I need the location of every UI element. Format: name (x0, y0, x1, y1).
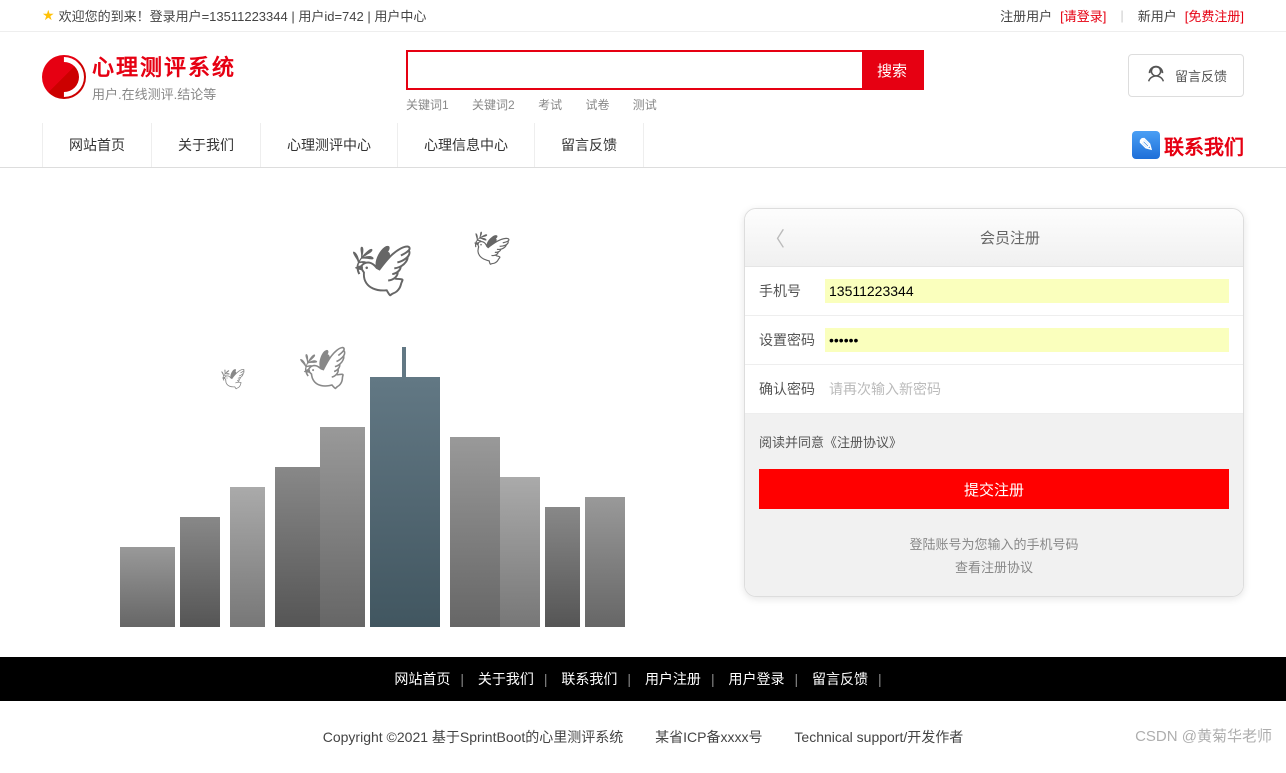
logo-icon (42, 55, 86, 99)
hint-account: 登陆账号为您输入的手机号码 (745, 533, 1243, 556)
free-register-link[interactable]: [免费注册] (1185, 6, 1244, 25)
phone-label: 手机号 (759, 281, 825, 301)
icp-text: 某省ICP备xxxx号 (655, 729, 762, 745)
panel-title: 会员注册 (791, 227, 1229, 248)
feedback-label: 留言反馈 (1175, 66, 1227, 85)
footer-nav-home[interactable]: 网站首页 (394, 671, 450, 687)
nav-bar: 网站首页 关于我们 心理测评中心 心理信息中心 留言反馈 ✎ 联系我们 (0, 123, 1286, 168)
keyword-item[interactable]: 关键词1 (406, 98, 449, 112)
login-link[interactable]: [请登录] (1060, 6, 1106, 25)
submit-register-button[interactable]: 提交注册 (759, 469, 1229, 509)
logo-subtitle: 用户.在线测评.结论等 (92, 84, 236, 103)
keyword-list: 关键词1 关键词2 考试 试卷 测试 (406, 96, 924, 113)
register-panel: 〈 会员注册 手机号 设置密码 确认密码 阅读并同意《注册协议》 提交注册 登陆… (744, 208, 1244, 597)
pencil-icon: ✎ (1132, 131, 1160, 159)
logo-area[interactable]: 心理测评系统 用户.在线测评.结论等 (42, 50, 266, 103)
keyword-item[interactable]: 考试 (538, 98, 562, 112)
registered-user-label: 注册用户 (1000, 6, 1052, 25)
contact-us-button[interactable]: ✎ 联系我们 (1132, 131, 1244, 160)
copyright: Copyright ©2021 基于SprintBoot的心里测评系统 某省IC… (0, 701, 1286, 773)
search-box: 搜索 (406, 50, 924, 90)
nav-assessment-center[interactable]: 心理测评中心 (261, 123, 398, 167)
nav-home[interactable]: 网站首页 (42, 123, 152, 167)
confirm-password-label: 确认密码 (759, 379, 825, 399)
nav-about[interactable]: 关于我们 (152, 123, 261, 167)
phone-input[interactable] (825, 279, 1229, 303)
keyword-item[interactable]: 试卷 (585, 98, 609, 112)
logo-title: 心理测评系统 (92, 50, 236, 82)
panel-header: 〈 会员注册 (745, 209, 1243, 267)
contact-label: 联系我们 (1164, 131, 1244, 160)
password-row: 设置密码 (745, 316, 1243, 365)
top-bar: ★ 欢迎您的到来！登录用户=13511223344 | 用户id=742 | 用… (0, 0, 1286, 32)
footer-nav: 网站首页| 关于我们| 联系我们| 用户注册| 用户登录| 留言反馈| (0, 657, 1286, 701)
footer-nav-register[interactable]: 用户注册 (645, 671, 701, 687)
topbar-left: ★ 欢迎您的到来！登录用户=13511223344 | 用户id=742 | 用… (42, 6, 426, 25)
search-input[interactable] (408, 52, 862, 88)
new-user-label: 新用户 (1138, 6, 1177, 25)
password-input[interactable] (825, 328, 1229, 352)
support-text: Technical support/开发作者 (794, 729, 963, 745)
headset-icon (1145, 63, 1167, 88)
topbar-divider: | (1120, 8, 1123, 23)
search-button[interactable]: 搜索 (862, 52, 922, 88)
phone-row: 手机号 (745, 267, 1243, 316)
register-hints: 登陆账号为您输入的手机号码 查看注册协议 (745, 523, 1243, 596)
footer-nav-contact[interactable]: 联系我们 (561, 671, 617, 687)
welcome-text[interactable]: 欢迎您的到来！登录用户=13511223344 | 用户id=742 | 用户中… (59, 6, 427, 25)
feedback-button[interactable]: 留言反馈 (1128, 54, 1244, 97)
star-icon: ★ (42, 7, 55, 24)
agreement-text[interactable]: 阅读并同意《注册协议》 (745, 414, 1243, 469)
city-illustration: 🕊 🕊 🕊 🕊 (130, 237, 600, 627)
bird-icon: 🕊 (466, 227, 512, 271)
main-area: 🕊 🕊 🕊 🕊 〈 会员注册 手机号 设置密码 确认密码 阅读并同意《注册协议》… (0, 168, 1286, 657)
keyword-item[interactable]: 关键词2 (472, 98, 515, 112)
topbar-right: 注册用户 [请登录] | 新用户 [免费注册] (1000, 6, 1244, 25)
password-label: 设置密码 (759, 330, 825, 350)
nav-feedback[interactable]: 留言反馈 (535, 123, 644, 167)
footer-nav-about[interactable]: 关于我们 (478, 671, 534, 687)
nav-info-center[interactable]: 心理信息中心 (398, 123, 535, 167)
bird-icon: 🕊 (350, 242, 413, 301)
logo-text: 心理测评系统 用户.在线测评.结论等 (92, 50, 236, 103)
header: 心理测评系统 用户.在线测评.结论等 搜索 关键词1 关键词2 考试 试卷 测试 (0, 32, 1286, 123)
back-arrow-icon[interactable]: 〈 (759, 223, 791, 252)
confirm-password-input[interactable] (825, 377, 1229, 401)
search-area: 搜索 关键词1 关键词2 考试 试卷 测试 (406, 50, 924, 113)
keyword-item[interactable]: 测试 (633, 98, 657, 112)
hint-view-agreement[interactable]: 查看注册协议 (745, 556, 1243, 579)
footer-nav-login[interactable]: 用户登录 (728, 671, 784, 687)
copyright-text: Copyright ©2021 基于SprintBoot的心里测评系统 (323, 729, 624, 745)
confirm-password-row: 确认密码 (745, 365, 1243, 414)
footer-nav-feedback[interactable]: 留言反馈 (812, 671, 868, 687)
buildings-graphic (120, 367, 660, 627)
